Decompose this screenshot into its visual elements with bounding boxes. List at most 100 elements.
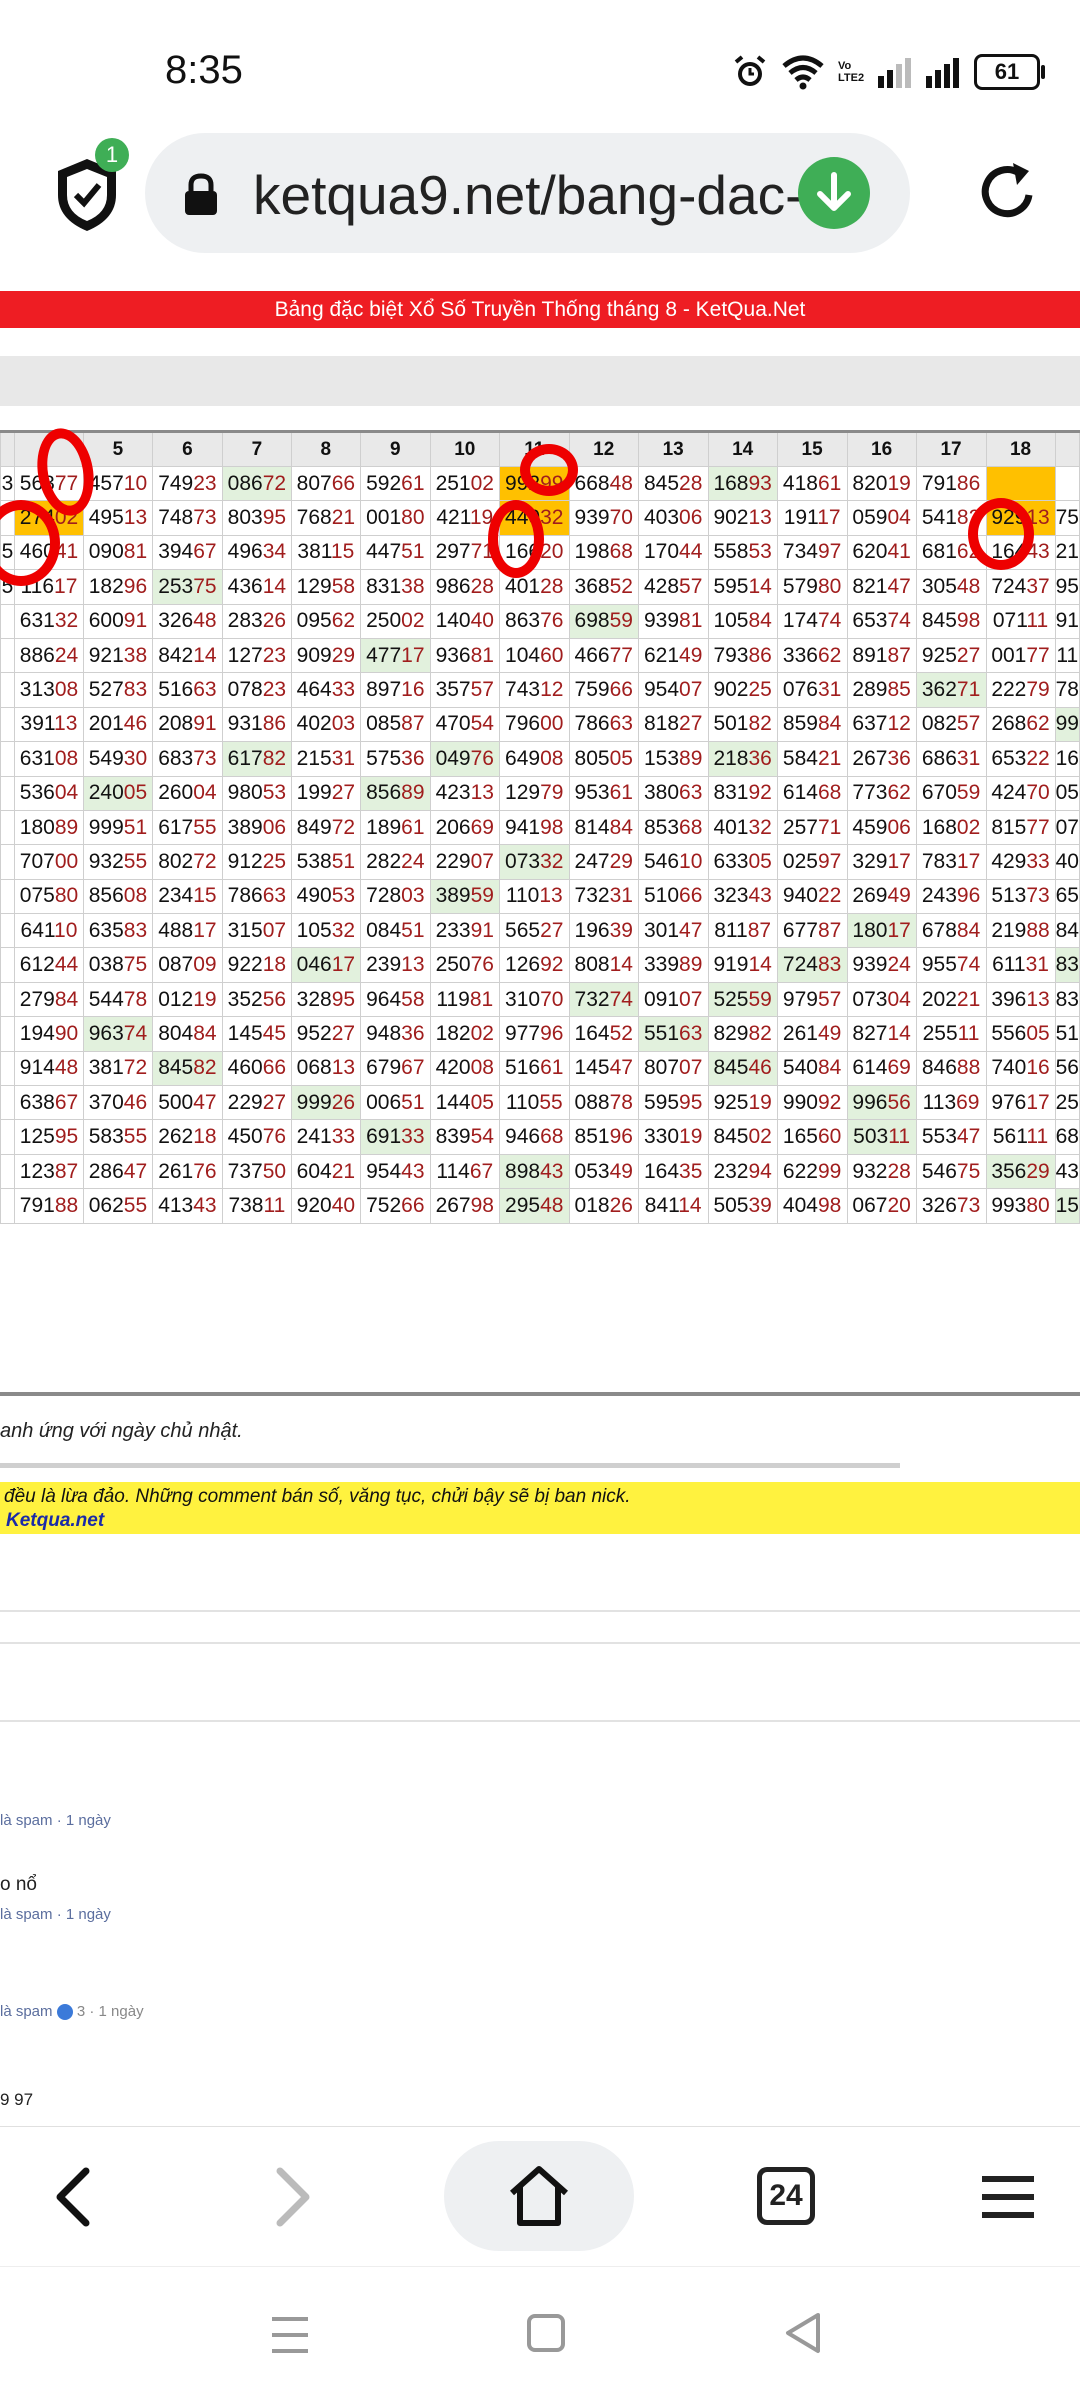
url-bar[interactable]: ketqua9.net/bang-dac-biet [145, 133, 910, 253]
system-back-icon[interactable] [782, 2311, 824, 2355]
result-cell [0, 981, 15, 1018]
result-cell: 74312 [498, 672, 570, 708]
result-cell: 80272 [151, 844, 223, 880]
result-cell: 66848 [568, 465, 639, 502]
download-button[interactable] [798, 157, 870, 229]
result-cell: 25076 [429, 947, 500, 983]
result-cell: 40 [1054, 844, 1080, 880]
result-cell: 16 [1054, 741, 1080, 777]
result-cell: 29548 [498, 1188, 570, 1224]
result-cell: 12387 [13, 1153, 84, 1190]
result-cell: 62299 [776, 1153, 848, 1190]
result-cell: 59261 [359, 465, 431, 502]
result-cell: 32673 [915, 1188, 987, 1224]
result-cell: 23415 [151, 878, 223, 915]
warning-link[interactable]: Ketqua.net [6, 1510, 104, 1532]
result-cell: 05 [1054, 775, 1080, 811]
reload-icon[interactable] [975, 157, 1041, 227]
result-cell: 38959 [429, 878, 500, 915]
result-cell: 38115 [290, 534, 361, 571]
warning-notice: đều là lừa đảo. Những comment bán số, vă… [0, 1482, 1080, 1534]
status-icons: Vo LTE2 61 [732, 48, 1045, 96]
result-cell: 38063 [637, 775, 709, 811]
table-row: 31308 52783 51663 07823 46433 89716 35757 74312… [0, 672, 1080, 708]
result-cell: 94668 [498, 1119, 570, 1155]
result-cell: 91225 [221, 844, 292, 880]
result-cell: 22927 [221, 1085, 292, 1121]
result-cell: 27984 [13, 981, 84, 1018]
column-header: 7 [221, 430, 292, 467]
shield-badge: 1 [95, 138, 129, 172]
result-cell: 93924 [846, 947, 917, 983]
back-icon[interactable] [48, 2165, 98, 2229]
result-cell: 08709 [151, 947, 223, 983]
result-cell: 11 [1054, 637, 1080, 674]
home-icon [510, 2166, 568, 2226]
table-row: 53604 24005 26004 98053 19927 85689 42313 12979… [0, 775, 1080, 811]
result-cell: 98053 [221, 775, 292, 811]
result-cell [0, 1188, 15, 1224]
result-cell: 74873 [151, 500, 223, 536]
like-icon[interactable] [56, 2004, 73, 2021]
forward-icon[interactable] [268, 2165, 318, 2229]
table-row: 79188 06255 41343 73811 92040 75266 26798 29548… [0, 1188, 1080, 1224]
result-cell: 00651 [359, 1085, 431, 1121]
result-cell: 14547 [568, 1050, 639, 1087]
table-row: 63108 54930 68373 61782 21531 57536 04976 64908… [0, 741, 1080, 777]
result-cell: 06813 [290, 1050, 361, 1087]
column-header: 17 [915, 430, 987, 467]
result-cell: 42008 [429, 1050, 500, 1087]
result-cell: 90929 [290, 637, 361, 674]
result-cell: 68373 [151, 741, 223, 777]
result-cell: 09562 [290, 603, 361, 639]
result-cell: 51373 [985, 878, 1056, 915]
result-cell: 25 [1054, 1085, 1080, 1121]
result-cell: 74923 [151, 465, 223, 502]
result-cell: 84214 [151, 637, 223, 674]
result-cell: 14040 [429, 603, 500, 639]
comment-text: o nổ [0, 1874, 37, 1895]
result-cell: 42933 [985, 844, 1056, 880]
result-cell [0, 1050, 15, 1087]
horizontal-scrollbar[interactable] [0, 1463, 900, 1468]
result-cell: 73274 [568, 981, 639, 1018]
result-cell: 07631 [776, 672, 848, 708]
result-cell: 99656 [846, 1085, 917, 1121]
spam-link[interactable]: là spam · 1 ngày [0, 1906, 111, 1923]
result-cell: 63305 [707, 844, 778, 880]
comment-meta: là spam 3 · 1 ngày [0, 2003, 144, 2021]
result-cell: 18961 [359, 809, 431, 846]
table-row: 07580 85608 23415 78663 49053 72803 38959 11013… [0, 878, 1080, 915]
result-cell: 90213 [707, 500, 778, 536]
result-cell: 09107 [637, 981, 709, 1018]
result-cell: 80814 [568, 947, 639, 983]
result-cell: 68631 [915, 741, 987, 777]
result-cell: 31308 [13, 672, 84, 708]
result-cell: 16560 [776, 1119, 848, 1155]
result-cell: 44751 [359, 534, 431, 571]
url-text[interactable]: ketqua9.net/bang-dac-biet [253, 163, 813, 227]
result-cell [1054, 465, 1080, 502]
result-cell: 82147 [846, 569, 917, 605]
result-cell: 26798 [429, 1188, 500, 1224]
column-header [0, 430, 15, 467]
result-cell: 35256 [221, 981, 292, 1018]
result-cell: 83 [1054, 981, 1080, 1018]
result-cell: 50539 [707, 1188, 778, 1224]
result-cell: 09081 [82, 534, 153, 571]
spam-link[interactable]: là spam [0, 2003, 53, 2020]
result-cell: 41861 [776, 465, 848, 502]
system-home-icon[interactable] [526, 2313, 566, 2353]
tabs-button[interactable]: 24 [757, 2167, 815, 2225]
result-cell: 18296 [82, 569, 153, 605]
result-cell: 07 [1054, 809, 1080, 846]
spam-link[interactable]: là spam · 1 ngày [0, 1812, 111, 1829]
home-button[interactable] [444, 2141, 634, 2251]
recents-icon[interactable] [268, 2315, 312, 2355]
result-cell: 16435 [637, 1153, 709, 1190]
menu-icon[interactable] [980, 2175, 1036, 2219]
result-cell: 97957 [776, 981, 848, 1018]
result-cell: 20221 [915, 981, 987, 1018]
result-cell: 06720 [846, 1188, 917, 1224]
result-cell: 01826 [568, 1188, 639, 1224]
